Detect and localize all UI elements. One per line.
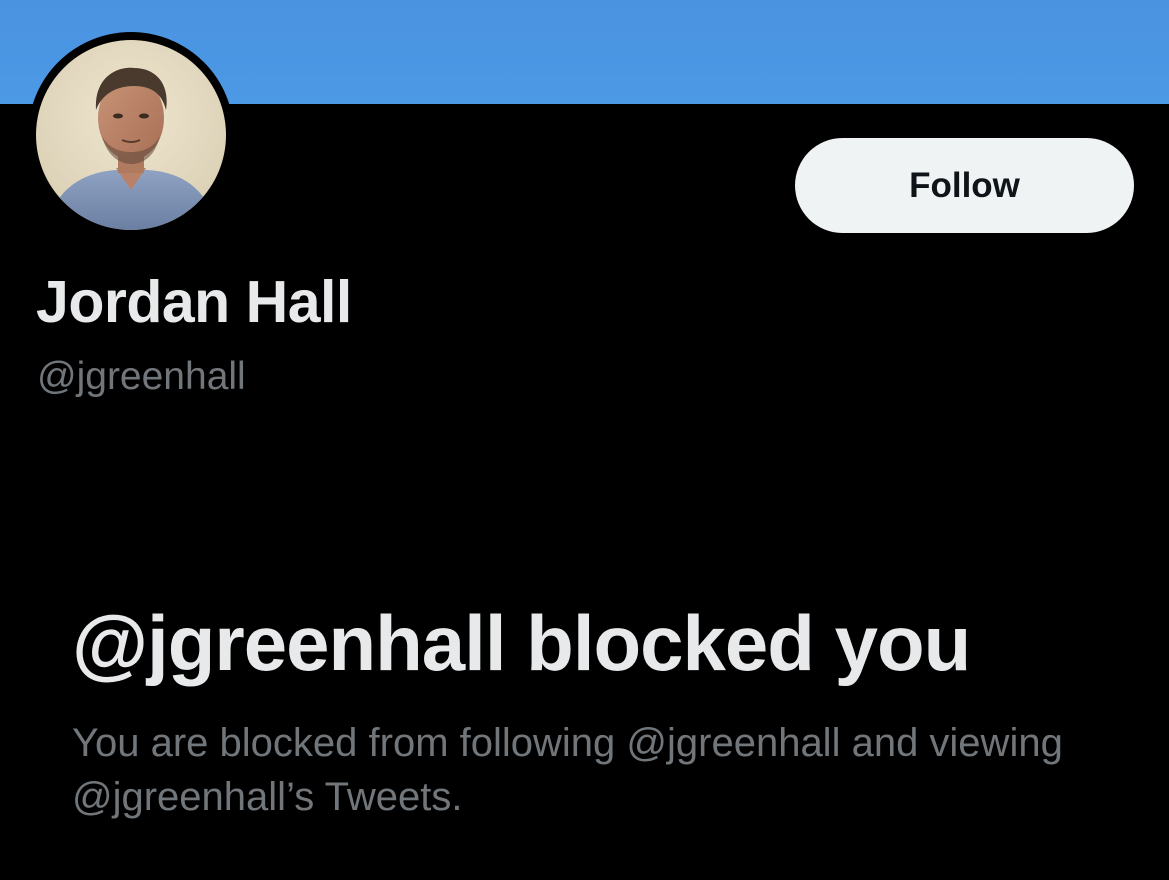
profile-page: Follow Jordan Hall @jgreenhall @jgreenha…	[0, 0, 1169, 880]
user-handle: @jgreenhall	[37, 355, 246, 398]
avatar-photo	[36, 40, 226, 230]
follow-button[interactable]: Follow	[795, 138, 1134, 233]
avatar[interactable]	[28, 32, 234, 238]
display-name: Jordan Hall	[36, 269, 352, 335]
blocked-title: @jgreenhall blocked you	[72, 599, 971, 687]
blocked-description: You are blocked from following @jgreenha…	[72, 721, 1063, 819]
